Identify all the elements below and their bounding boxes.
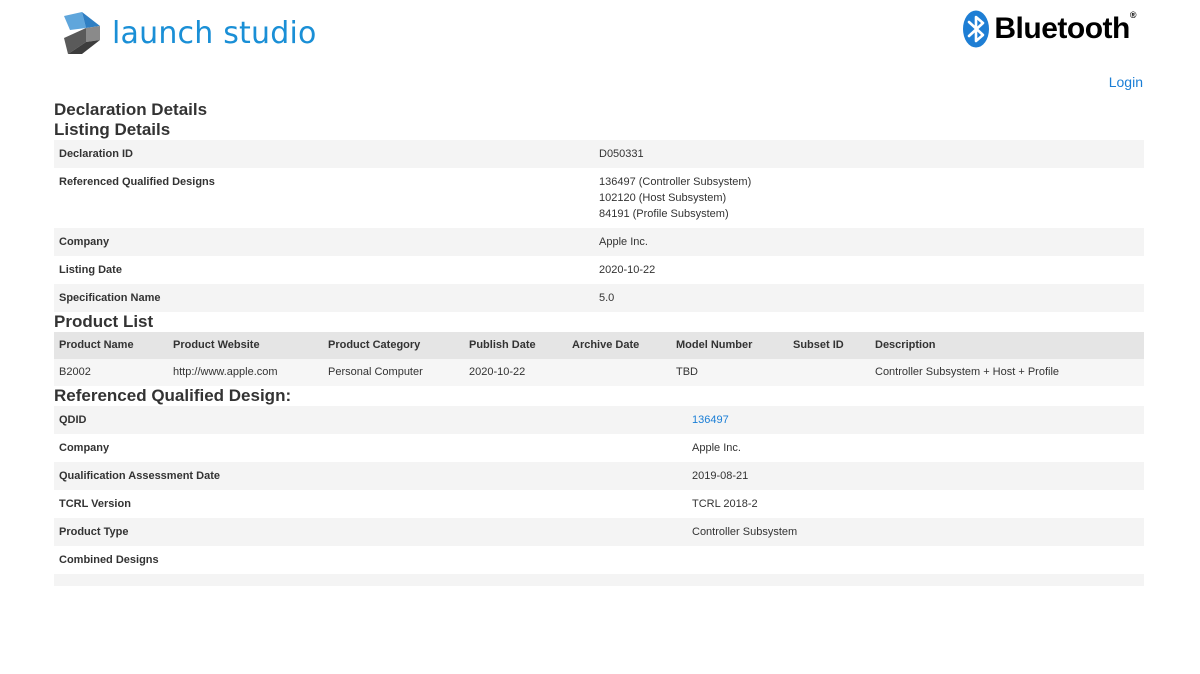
subset-id-cell: [788, 359, 870, 386]
qdid-link[interactable]: 136497: [692, 414, 729, 426]
column-header: Product Category: [323, 332, 464, 359]
listing-value: 5.0: [599, 292, 615, 304]
rqd-value: 136497: [687, 406, 1144, 434]
rqd-line: 84191 (Profile Subsystem): [599, 208, 729, 220]
model-number-cell: TBD: [671, 359, 788, 386]
listing-row: Company Apple Inc.: [54, 228, 1144, 256]
rqd-key: QDID: [59, 414, 87, 426]
rqd-key: Product Type: [59, 526, 129, 538]
rqd-row: Qualification Assessment Date 2019-08-21: [54, 462, 1144, 490]
rqd-row: QDID 136497: [54, 406, 1144, 434]
rqd-value: [687, 546, 1144, 574]
product-name-cell: B2002: [54, 359, 168, 386]
product-list-table: Product Name Product Website Product Cat…: [54, 332, 1144, 386]
logo-text: launch studio: [112, 15, 317, 51]
product-website-cell: http://www.apple.com: [168, 359, 323, 386]
rqd-row: [54, 574, 1144, 586]
rqd-row: Product Type Controller Subsystem: [54, 518, 1144, 546]
column-header: Description: [870, 332, 1144, 359]
bluetooth-logo: Bluetooth®: [962, 10, 1137, 48]
bluetooth-icon: [963, 10, 990, 48]
listing-row: Declaration ID D050331: [54, 140, 1144, 168]
rqd-row: TCRL Version TCRL 2018-2: [54, 490, 1144, 518]
column-header: Product Website: [168, 332, 323, 359]
rqd-key: TCRL Version: [59, 498, 131, 510]
referenced-qualified-design-table: QDID 136497 Company Apple Inc. Qualifica…: [54, 406, 1144, 586]
rqd-row: Company Apple Inc.: [54, 434, 1144, 462]
listing-details-heading: Listing Details: [54, 120, 171, 139]
listing-value: D050331: [599, 148, 644, 160]
listing-key: Company: [59, 236, 110, 248]
table-row: B2002 http://www.apple.com Personal Comp…: [54, 359, 1144, 386]
launch-studio-logo[interactable]: launch studio: [60, 10, 317, 56]
listing-row: Specification Name 5.0: [54, 284, 1144, 312]
publish-date-cell: 2020-10-22: [464, 359, 567, 386]
listing-value: 2020-10-22: [599, 264, 656, 276]
listing-value: 136497 (Controller Subsystem) 102120 (Ho…: [594, 168, 1144, 228]
rqd-value: TCRL 2018-2: [692, 498, 758, 510]
archive-date-cell: [567, 359, 671, 386]
column-header: Archive Date: [567, 332, 671, 359]
page-title: Declaration Details: [54, 100, 208, 119]
description-cell: Controller Subsystem + Host + Profile: [870, 359, 1144, 386]
login-link[interactable]: Login: [1109, 74, 1143, 90]
rqd-row: Combined Designs: [54, 546, 1144, 574]
listing-key: Referenced Qualified Designs: [59, 176, 215, 188]
rqd-line: 102120 (Host Subsystem): [599, 192, 727, 204]
listing-key: Declaration ID: [59, 148, 133, 160]
listing-value: Apple Inc.: [599, 236, 648, 248]
column-header: Subset ID: [788, 332, 870, 359]
column-header: Model Number: [671, 332, 788, 359]
listing-key: Specification Name: [59, 292, 161, 304]
listing-row: Referenced Qualified Designs 136497 (Con…: [54, 168, 1144, 228]
main-content: Declaration Details Listing Details Decl…: [0, 100, 1200, 586]
rqd-key: Combined Designs: [59, 554, 159, 566]
product-list-heading: Product List: [54, 312, 154, 331]
site-header: launch studio Bluetooth® Login: [0, 0, 1200, 100]
rqd-key: Company: [59, 442, 110, 454]
product-list-header-row: Product Name Product Website Product Cat…: [54, 332, 1144, 359]
rqd-value: Apple Inc.: [692, 442, 741, 454]
rqd-value: [687, 574, 1144, 586]
listing-details-table: Declaration ID D050331 Referenced Qualif…: [54, 140, 1144, 312]
listing-key: Listing Date: [59, 264, 122, 276]
rqd-key: Qualification Assessment Date: [59, 470, 220, 482]
launch-studio-logo-icon: [64, 12, 100, 54]
column-header: Publish Date: [464, 332, 567, 359]
bluetooth-wordmark: Bluetooth®: [994, 10, 1136, 45]
column-header: Product Name: [54, 332, 168, 359]
rqd-key: [54, 574, 687, 586]
rqd-line: 136497 (Controller Subsystem): [599, 176, 752, 188]
referenced-qualified-design-heading: Referenced Qualified Design:: [54, 386, 292, 405]
rqd-value: Controller Subsystem: [692, 526, 798, 538]
product-category-cell: Personal Computer: [323, 359, 464, 386]
listing-row: Listing Date 2020-10-22: [54, 256, 1144, 284]
rqd-value: 2019-08-21: [692, 470, 749, 482]
